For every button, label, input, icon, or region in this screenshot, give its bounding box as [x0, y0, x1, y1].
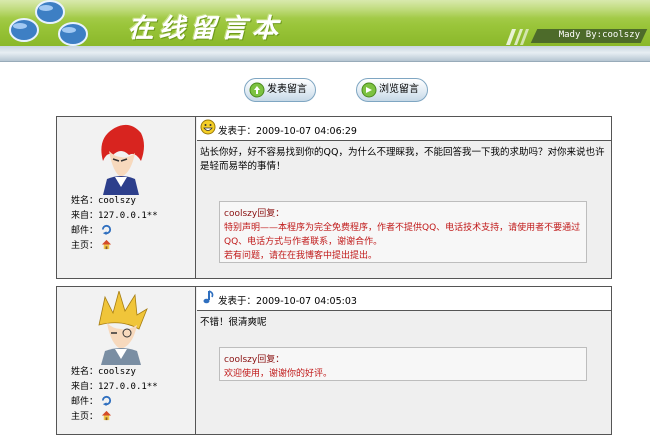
- admin-reply: coolszy回复： 特别声明——本程序为完全免费程序，作者不提供QQ、电话技术…: [219, 201, 587, 263]
- admin-reply: coolszy回复： 欢迎使用，谢谢你的好评。: [219, 347, 587, 381]
- reply-text: 若有问题，请在在我博客中提出提出。: [224, 251, 378, 261]
- message-panel: 发表于：2009-10-07 04:06:29 站长你好，好不容易找到你的QQ，…: [197, 117, 611, 278]
- post-message-button[interactable]: 发表留言: [244, 78, 316, 102]
- user-name: coolszy: [98, 367, 136, 377]
- homepage-label: 主页：: [71, 412, 99, 422]
- message-content: 站长你好，好不容易找到你的QQ，为什么不理睬我，不能回答我一下我的求助吗？对你来…: [200, 147, 605, 172]
- email-label: 邮件：: [71, 397, 99, 407]
- from-label: 来自：: [71, 382, 99, 392]
- message-entry: 姓名：coolszy 来自：127.0.0.1** 邮件： 主页： 发表于：20…: [56, 116, 612, 279]
- author-credit: Mady By:coolszy: [558, 30, 640, 40]
- action-bar: 发表留言 浏览留言: [0, 78, 650, 104]
- user-ip: 127.0.0.1**: [98, 211, 158, 221]
- post-icon: [249, 82, 265, 98]
- user-email-row: 邮件：: [71, 395, 158, 410]
- user-from-row: 来自：127.0.0.1**: [71, 209, 158, 224]
- message-entry: 姓名：coolszy 来自：127.0.0.1** 邮件： 主页： 发表于：20…: [56, 286, 612, 435]
- user-avatar: [101, 124, 144, 195]
- email-icon[interactable]: [101, 395, 112, 406]
- reply-header: coolszy回复：: [224, 209, 285, 219]
- header-divider-bar: [0, 46, 650, 62]
- from-label: 来自：: [71, 211, 99, 221]
- user-name-row: 姓名：coolszy: [71, 365, 158, 380]
- reply-text: 欢迎使用，谢谢你的好评。: [224, 369, 333, 379]
- site-title: 在线留言本: [128, 14, 284, 44]
- site-logo: [9, 0, 88, 46]
- browse-messages-button[interactable]: 浏览留言: [356, 78, 428, 102]
- message-header: 发表于：2009-10-07 04:06:29: [197, 117, 611, 141]
- browse-messages-label: 浏览留言: [379, 84, 419, 95]
- music-note-icon: [203, 290, 214, 304]
- posted-timestamp: 2009-10-07 04:05:03: [256, 296, 357, 307]
- reply-text: 特别声明——本程序为完全免费程序，作者不提供QQ、电话技术支持，请使用者不要通过…: [224, 223, 581, 247]
- name-label: 姓名：: [71, 196, 99, 206]
- user-panel: 姓名：coolszy 来自：127.0.0.1** 邮件： 主页：: [57, 287, 196, 434]
- name-label: 姓名：: [71, 367, 99, 377]
- reply-header: coolszy回复：: [224, 355, 285, 365]
- browse-icon: [361, 82, 377, 98]
- user-email-row: 邮件：: [71, 224, 158, 239]
- home-icon[interactable]: [101, 410, 112, 421]
- user-avatar: [98, 291, 148, 365]
- grinning-face-icon: [200, 119, 216, 135]
- user-name: coolszy: [98, 196, 136, 206]
- posted-label: 发表于：: [218, 296, 257, 307]
- user-ip: 127.0.0.1**: [98, 382, 158, 392]
- message-header: 发表于：2009-10-07 04:05:03: [197, 287, 611, 311]
- user-name-row: 姓名：coolszy: [71, 194, 158, 209]
- user-homepage-row: 主页：: [71, 239, 158, 254]
- site-header: 在线留言本 Mady By:coolszy: [0, 0, 650, 46]
- message-panel: 发表于：2009-10-07 04:05:03 不错！很清爽呢 coolszy回…: [197, 287, 611, 434]
- posted-timestamp: 2009-10-07 04:06:29: [256, 126, 357, 137]
- posted-label: 发表于：: [218, 126, 257, 137]
- user-info: 姓名：coolszy 来自：127.0.0.1** 邮件： 主页：: [71, 365, 158, 425]
- ribbon-stripes: [506, 29, 529, 45]
- email-icon[interactable]: [101, 224, 112, 235]
- homepage-label: 主页：: [71, 241, 99, 251]
- user-panel: 姓名：coolszy 来自：127.0.0.1** 邮件： 主页：: [57, 117, 196, 278]
- home-icon[interactable]: [101, 239, 112, 250]
- email-label: 邮件：: [71, 226, 99, 236]
- posted-time: 发表于：2009-10-07 04:05:03: [218, 293, 357, 307]
- user-from-row: 来自：127.0.0.1**: [71, 380, 158, 395]
- post-message-label: 发表留言: [267, 84, 307, 95]
- message-content: 不错！很清爽呢: [200, 317, 267, 328]
- user-homepage-row: 主页：: [71, 410, 158, 425]
- user-info: 姓名：coolszy 来自：127.0.0.1** 邮件： 主页：: [71, 194, 158, 254]
- posted-time: 发表于：2009-10-07 04:06:29: [218, 123, 357, 137]
